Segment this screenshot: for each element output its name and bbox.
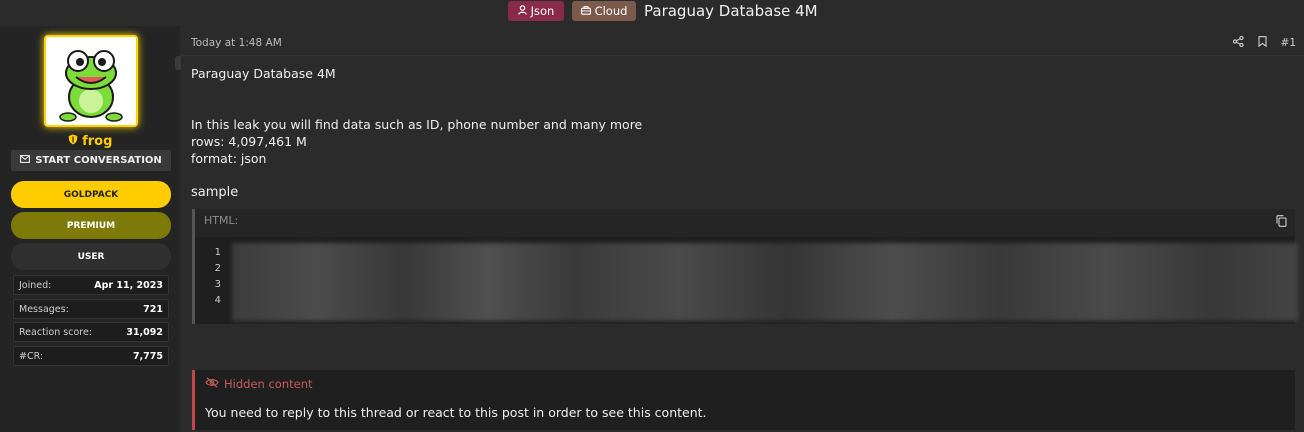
prefix-label: Cloud — [594, 4, 628, 18]
line-number: 2 — [214, 263, 221, 274]
banner-user: USER — [11, 243, 171, 270]
stat-value: 7,775 — [132, 350, 163, 362]
post-text-line: format: json — [191, 151, 267, 166]
stat-label: Reaction score: — [19, 326, 93, 338]
start-conversation-label: START CONVERSATION — [35, 155, 162, 166]
blurred-code-content — [232, 243, 1298, 321]
stat-joined: Joined: Apr 11, 2023 — [13, 275, 169, 295]
hidden-content-title: Hidden content — [224, 377, 313, 391]
username-label: frog — [82, 134, 113, 149]
sample-label: sample — [191, 185, 239, 200]
prefix-cloud-badge[interactable]: Cloud — [572, 1, 636, 21]
post-date[interactable]: Today at 1:48 AM — [191, 37, 282, 49]
stat-reaction-score: Reaction score: 31,092 — [13, 322, 169, 342]
line-number: 3 — [214, 279, 221, 290]
copy-icon[interactable] — [1276, 215, 1287, 230]
bookmark-icon[interactable] — [1257, 36, 1267, 50]
frog-avatar — [59, 50, 123, 122]
line-number: 4 — [214, 295, 221, 306]
stat-messages: Messages: 721 — [13, 299, 169, 319]
user-sidebar: frog START CONVERSATION GOLDPACK PREMIUM… — [0, 26, 180, 432]
prefix-json-badge[interactable]: Json — [508, 1, 564, 21]
user-icon — [517, 4, 527, 18]
hidden-content-message: You need to reply to this thread or reac… — [205, 405, 707, 420]
post-title-line: Paraguay Database 4M — [191, 66, 336, 81]
code-block: HTML: 1 2 3 4 — [192, 209, 1298, 324]
post-text-line: In this leak you will find data such as … — [191, 117, 643, 132]
post-number[interactable]: #1 — [1281, 37, 1296, 49]
post-header — [181, 26, 1304, 56]
post-text-line: rows: 4,097,461 M — [191, 134, 307, 149]
thread-title: Paraguay Database 4M — [644, 2, 818, 20]
username[interactable]: frog — [0, 134, 180, 149]
avatar[interactable] — [44, 35, 138, 127]
eye-slash-icon — [205, 377, 219, 391]
code-language-label: HTML: — [204, 214, 239, 227]
briefcase-icon — [580, 4, 591, 18]
code-header: HTML: — [195, 209, 1295, 237]
stat-value: Apr 11, 2023 — [94, 279, 163, 291]
line-number: 1 — [214, 247, 221, 258]
stat-value[interactable]: 721 — [143, 304, 163, 315]
stat-label: Messages: — [19, 303, 69, 315]
stat-label: #CR: — [19, 350, 44, 362]
stat-value: 31,092 — [126, 326, 163, 338]
share-icon[interactable] — [1232, 35, 1244, 50]
banner-premium: PREMIUM — [11, 212, 171, 239]
shield-icon — [68, 134, 83, 149]
thread-header: Json Cloud Paraguay Database 4M — [0, 0, 1304, 24]
hidden-content-header: Hidden content — [205, 377, 313, 391]
hidden-content-box: Hidden content You need to reply to this… — [192, 370, 1295, 430]
prefix-label: Json — [530, 4, 555, 18]
start-conversation-button[interactable]: START CONVERSATION — [11, 150, 171, 171]
post-actions: #1 — [1232, 35, 1296, 50]
code-gutter: 1 2 3 4 — [195, 245, 231, 309]
sidebar-notch — [175, 56, 181, 70]
stat-label: Joined: — [19, 279, 52, 291]
banner-goldpack: GOLDPACK — [11, 181, 171, 208]
stat-cr: #CR: 7,775 — [13, 346, 169, 366]
envelope-icon — [20, 155, 31, 166]
